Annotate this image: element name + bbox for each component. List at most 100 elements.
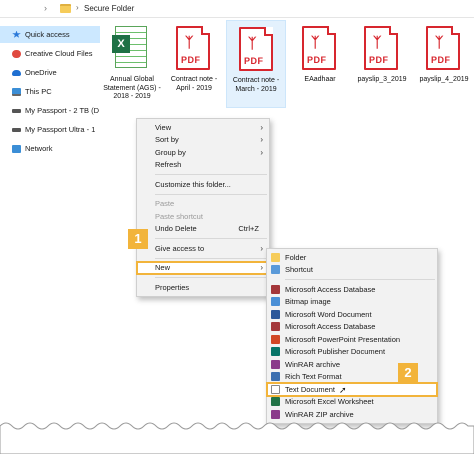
submenu-item-bitmap[interactable]: Bitmap image [267,296,437,309]
menu-item-label: Paste [155,199,175,209]
menu-item-refresh[interactable]: Refresh [137,159,269,172]
word-icon [271,309,280,319]
submenu-item-word[interactable]: Microsoft Word Document [267,308,437,321]
menu-item-label: View [155,122,172,132]
file-tile[interactable]: ᛉ PDF EAadhaar [290,20,350,108]
file-name: payslip_3_2019 [357,76,407,83]
menu-divider [155,257,267,259]
menu-item-label: WinRAR archive [285,359,341,369]
sidebar-item-network[interactable]: Network [0,140,100,157]
menu-item-paste: Paste [137,198,269,211]
navigation-pane: Quick access Creative Cloud Files OneDri… [0,26,100,159]
sidebar-item-this-pc[interactable]: This PC [0,83,100,100]
submenu-item-text-document[interactable]: Text Document ➚ [266,382,438,397]
rtf-icon [271,372,280,382]
menu-item-label: Bitmap image [285,297,331,307]
access-icon [271,284,280,294]
sidebar-item-label: Creative Cloud Files [25,49,93,58]
submenu-item-powerpoint[interactable]: Microsoft PowerPoint Presentation [267,333,437,346]
menu-item-label: Text Document [285,384,336,394]
powerpoint-icon [271,334,280,344]
menu-divider [285,279,435,280]
file-tile[interactable]: ᛉ PDF payslip_3_2019 [352,20,412,108]
menu-item-label: Folder [285,252,307,262]
pdf-file-icon: ᛉ PDF [364,26,398,70]
sidebar-item-label: This PC [25,87,52,96]
sidebar-item-my-passport[interactable]: My Passport - 2 TB (D [0,102,100,119]
context-menu: View › Sort by › Group by › Refresh Customi… [136,118,270,297]
sidebar-item-quick-access[interactable]: Quick access [0,26,100,43]
bitmap-icon [271,297,280,307]
menu-item-label: Microsoft Publisher Document [285,347,386,357]
menu-item-label: New [155,263,171,273]
file-name: payslip_4_2019 [419,76,469,83]
menu-item-properties[interactable]: Properties [137,281,269,294]
network-icon [12,144,21,153]
sidebar-item-label: My Passport - 2 TB (D [25,106,100,115]
submenu-item-access-database[interactable]: Microsoft Access Database [267,283,437,296]
menu-item-label: Microsoft Excel Worksheet [285,397,374,407]
new-submenu: Folder Shortcut Microsoft Access Databas… [266,248,438,424]
callout-badge-1: 1 [128,229,148,249]
menu-item-sort-by[interactable]: Sort by › [137,134,269,147]
chevron-right-icon: › [260,147,263,157]
chevron-right-icon: › [260,263,263,273]
menu-item-label: Sort by [155,135,179,145]
submenu-item-folder[interactable]: Folder [267,251,437,264]
submenu-item-access-database-2[interactable]: Microsoft Access Database [267,321,437,334]
menu-item-view[interactable]: View › [137,121,269,134]
menu-item-label: Shortcut [285,265,313,275]
menu-item-new[interactable]: New › [136,260,270,275]
sidebar-item-my-passport-ultra[interactable]: My Passport Ultra - 1 [0,121,100,138]
drive-icon [12,127,21,132]
menu-divider [155,174,267,175]
sidebar-item-creative-cloud[interactable]: Creative Cloud Files [0,45,100,62]
submenu-item-excel[interactable]: Microsoft Excel Worksheet [267,396,437,409]
drive-icon [12,108,21,113]
submenu-item-publisher[interactable]: Microsoft Publisher Document [267,346,437,359]
menu-item-label: Microsoft Word Document [285,309,372,319]
file-tile[interactable]: ᛉ PDF Contract note - April - 2019 [164,20,224,108]
creative-cloud-icon [12,49,21,58]
menu-divider [155,277,267,278]
chevron-right-icon: › [260,243,263,253]
chevron-right-icon: › [44,3,47,13]
menu-item-give-access[interactable]: Give access to › [137,242,269,255]
file-tile[interactable]: ᛉ PDF Contract note - March - 2019 [226,20,286,108]
menu-item-label: Group by [155,147,186,157]
sidebar-item-label: Network [25,144,53,153]
breadcrumb-current[interactable]: Secure Folder [84,4,134,13]
menu-divider [155,238,267,239]
sidebar-item-label: OneDrive [25,68,57,77]
menu-item-customize[interactable]: Customize this folder... [137,178,269,191]
excel-file-icon: X [112,26,147,68]
pc-icon [12,87,21,96]
address-bar[interactable]: › › Secure Folder [0,0,474,18]
callout-badge-2: 2 [398,363,418,383]
excel-icon [271,397,280,407]
menu-item-label: Customize this folder... [155,179,231,189]
menu-divider [155,193,267,195]
file-tile[interactable]: ᛉ PDF payslip_4_2019 [414,20,474,108]
publisher-icon [271,347,280,357]
file-tile[interactable]: X Annual Global Statement (AGS) - 2018 -… [102,20,162,108]
menu-item-label: Properties [155,282,190,292]
menu-item-label: Paste shortcut [155,211,203,221]
menu-item-group-by[interactable]: Group by › [137,146,269,159]
mouse-cursor-icon: ➚ [339,385,347,395]
submenu-item-shortcut[interactable]: Shortcut [267,264,437,277]
breadcrumb-separator-icon: › [76,3,79,12]
menu-item-undo-delete[interactable]: Undo Delete Ctrl+Z [137,223,269,236]
sidebar-item-label: My Passport Ultra - 1 [25,125,96,134]
star-icon [12,30,21,38]
file-name: Contract note - March - 2019 [232,77,280,93]
pdf-file-icon: ᛉ PDF [176,26,210,70]
keyboard-shortcut: Ctrl+Z [238,224,259,234]
pdf-file-icon: ᛉ PDF [239,27,273,71]
chevron-right-icon: › [260,122,263,132]
menu-item-label: Rich Text Format [285,372,342,382]
text-file-icon [271,384,280,394]
sidebar-item-label: Quick access [25,30,70,39]
access-icon [271,322,280,332]
sidebar-item-onedrive[interactable]: OneDrive [0,64,100,81]
